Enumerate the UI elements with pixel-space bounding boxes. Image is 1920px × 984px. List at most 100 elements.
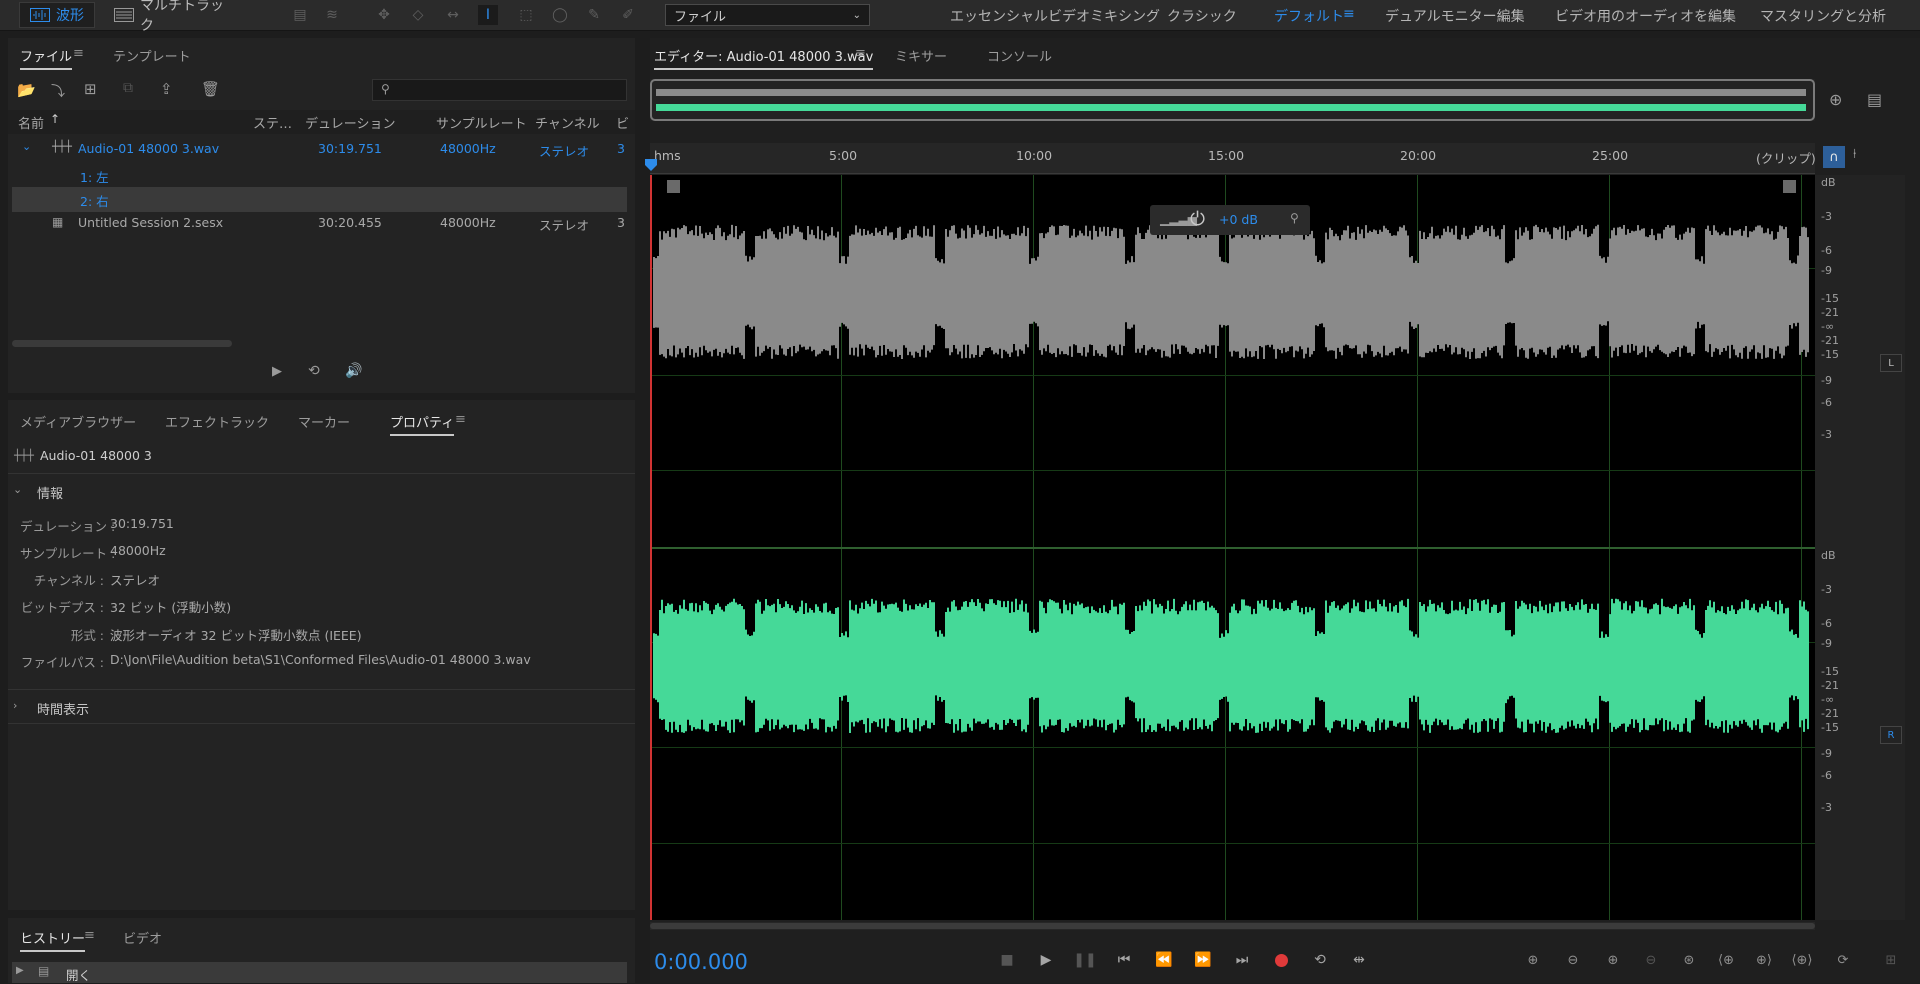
pause-icon[interactable]: ❚❚ — [1072, 948, 1098, 972]
zoom-in-right-icon[interactable]: ⊕⟩ — [1751, 948, 1777, 972]
horizontal-scrollbar[interactable] — [12, 340, 232, 347]
loop-playback-icon[interactable]: ⟲ — [1307, 948, 1333, 972]
spectral-display-icon[interactable]: ▤ — [290, 5, 310, 25]
export-icon[interactable]: ⇪ — [160, 80, 173, 98]
table-row[interactable]: 1: 左 — [12, 163, 627, 188]
history-menu-icon[interactable]: ≡ — [84, 928, 95, 943]
column-name[interactable]: 名前 — [18, 113, 44, 132]
chevron-right-icon[interactable]: › — [13, 699, 17, 712]
delete-icon[interactable]: 🗑 — [201, 80, 220, 98]
chevron-down-icon[interactable]: ⌄ — [22, 140, 31, 153]
properties-menu-icon[interactable]: ≡ — [455, 412, 466, 427]
workspace-menu-icon[interactable]: ≡ — [1343, 6, 1355, 22]
zoom-out-amplitude-icon[interactable]: ⊖ — [1560, 948, 1586, 972]
razor-tool-icon[interactable]: ◇ — [408, 5, 428, 25]
channel-left-label[interactable]: L — [1880, 354, 1902, 372]
play-icon[interactable]: ▶ — [1033, 948, 1059, 972]
time-display[interactable]: 0:00.000 — [654, 950, 748, 974]
column-sample-rate[interactable]: サンプルレート — [436, 113, 527, 132]
playhead-line[interactable] — [650, 175, 652, 920]
fast-forward-icon[interactable]: ⏩ — [1190, 948, 1216, 972]
tab-history[interactable]: ヒストリー — [20, 928, 86, 952]
workspace-select[interactable]: ファイル ⌄ — [665, 4, 870, 26]
record-icon[interactable] — [1268, 948, 1294, 972]
tab-markers[interactable]: マーカー — [298, 412, 350, 431]
channel-right-label[interactable]: R — [1880, 726, 1902, 744]
table-row[interactable]: ⌄ ┼┼┼ Audio-01 48000 3.wav 30:19.751 480… — [12, 137, 627, 162]
brush-tool-icon[interactable]: ✎ — [584, 5, 604, 25]
gain-knob-icon[interactable]: ⏻ — [1190, 208, 1205, 230]
hud-gain-control[interactable]: ▁▂▃▅ ⏻ +0 dB ⚲ — [1150, 205, 1310, 235]
table-row[interactable]: 2: 右 — [12, 187, 627, 212]
skip-to-start-icon[interactable]: ⏮ — [1111, 948, 1137, 972]
scrollbar-thumb[interactable] — [650, 923, 1815, 929]
table-row[interactable]: ▦ Untitled Session 2.sesx 30:20.455 4800… — [12, 211, 627, 236]
workspace-edit-audio-to-video[interactable]: ビデオ用のオーディオを編集 — [1555, 6, 1736, 26]
spot-healing-icon[interactable]: ✐ — [618, 5, 638, 25]
waveform-display[interactable]: ▁▂▃▅ ⏻ +0 dB ⚲ — [650, 175, 1815, 920]
zoom-in-amplitude-icon[interactable]: ⊕ — [1520, 948, 1546, 972]
move-tool-icon[interactable]: ✥ — [374, 5, 394, 25]
marquee-tool-icon[interactable]: ⬚ — [516, 5, 536, 25]
tab-effects-rack[interactable]: エフェクトラック — [165, 412, 269, 431]
tab-mixer[interactable]: ミキサー — [895, 46, 947, 65]
pitch-display-icon[interactable]: ≋ — [322, 5, 342, 25]
autoplay-icon[interactable]: 🔊 — [345, 363, 362, 379]
insert-icon[interactable]: ⧉ — [123, 80, 133, 96]
zoom-in-left-icon[interactable]: ⟨⊕ — [1713, 948, 1739, 972]
column-bit-depth[interactable]: ビ — [616, 113, 629, 132]
workspace-mastering-analysis[interactable]: マスタリングと分析 — [1760, 6, 1886, 26]
skip-to-end-icon[interactable]: ⏭ — [1229, 948, 1255, 972]
playhead-marker-icon[interactable] — [644, 158, 658, 172]
loop-icon[interactable]: ⟲ — [308, 363, 320, 379]
workspace-essential-video-mixing[interactable]: エッセンシャルビデオミキシング — [950, 6, 1160, 26]
overview-bar[interactable] — [650, 79, 1815, 121]
panel-layout-icon[interactable]: ▤ — [1867, 90, 1882, 109]
files-panel-menu-icon[interactable]: ≡ — [73, 46, 84, 61]
marker-pin-icon[interactable]: ⍿ — [1853, 147, 1856, 162]
zoom-navigator-icon[interactable]: ⊕ — [1829, 90, 1842, 109]
chevron-down-icon[interactable]: ⌄ — [13, 483, 22, 496]
search-input[interactable]: ⚲ — [372, 79, 627, 101]
zoom-all-tracks-icon[interactable]: ⊞ — [1878, 948, 1904, 972]
hud-gain-value[interactable]: +0 dB — [1219, 212, 1258, 227]
timeline-scrollbar[interactable] — [650, 922, 1815, 930]
info-section-header[interactable]: 情報 — [37, 483, 63, 502]
editor-menu-icon[interactable]: ≡ — [855, 46, 866, 61]
zoom-reset-icon[interactable]: ⟳ — [1830, 948, 1856, 972]
column-status[interactable]: ステ… — [253, 113, 292, 132]
zoom-out-full-icon[interactable]: ⊛ — [1676, 948, 1702, 972]
snap-headphones-icon[interactable]: ∩ — [1823, 146, 1845, 168]
stop-icon[interactable]: ■ — [994, 948, 1020, 972]
time-display-section-header[interactable]: 時間表示 — [37, 699, 89, 718]
play-icon[interactable]: ▶ — [272, 364, 282, 379]
time-selection-tool-icon[interactable]: I — [478, 5, 498, 25]
tab-templates[interactable]: テンプレート — [113, 46, 191, 65]
column-duration[interactable]: デュレーション — [305, 113, 395, 132]
fade-out-handle-icon[interactable] — [1783, 180, 1796, 193]
slip-tool-icon[interactable]: ↔ — [443, 5, 463, 25]
tab-video[interactable]: ビデオ — [123, 928, 162, 947]
zoom-selection-icon[interactable]: ⟨⊕⟩ — [1789, 948, 1815, 972]
workspace-classic[interactable]: クラシック — [1167, 6, 1237, 26]
skip-selection-icon[interactable]: ⇹ — [1346, 948, 1372, 972]
open-folder-icon[interactable]: 📂 — [17, 81, 36, 99]
pin-icon[interactable]: ⚲ — [1290, 211, 1299, 225]
waveform-mode-button[interactable]: 波形 — [19, 2, 95, 28]
rewind-icon[interactable]: ⏪ — [1151, 948, 1177, 972]
history-item[interactable]: ▶ ▤ 開く — [12, 962, 627, 983]
lasso-tool-icon[interactable]: ◯ — [550, 5, 570, 25]
tab-media-browser[interactable]: メディアブラウザー — [20, 412, 136, 431]
fade-in-handle-icon[interactable] — [667, 180, 680, 193]
multitrack-mode-button[interactable]: マルチトラック — [104, 0, 244, 34]
column-channels[interactable]: チャンネル — [535, 113, 600, 132]
import-file-icon[interactable]: ⤵ — [51, 81, 65, 101]
tab-properties[interactable]: プロパティ — [390, 412, 455, 436]
zoom-out-time-icon[interactable]: ⊖ — [1638, 948, 1664, 972]
workspace-default[interactable]: デフォルト — [1274, 6, 1344, 26]
new-file-icon[interactable]: ⊞ — [84, 80, 97, 98]
tab-console[interactable]: コンソール — [987, 46, 1052, 65]
workspace-dual-monitor[interactable]: デュアルモニター編集 — [1385, 6, 1525, 26]
tab-files[interactable]: ファイル — [20, 46, 73, 70]
zoom-in-time-icon[interactable]: ⊕ — [1600, 948, 1626, 972]
